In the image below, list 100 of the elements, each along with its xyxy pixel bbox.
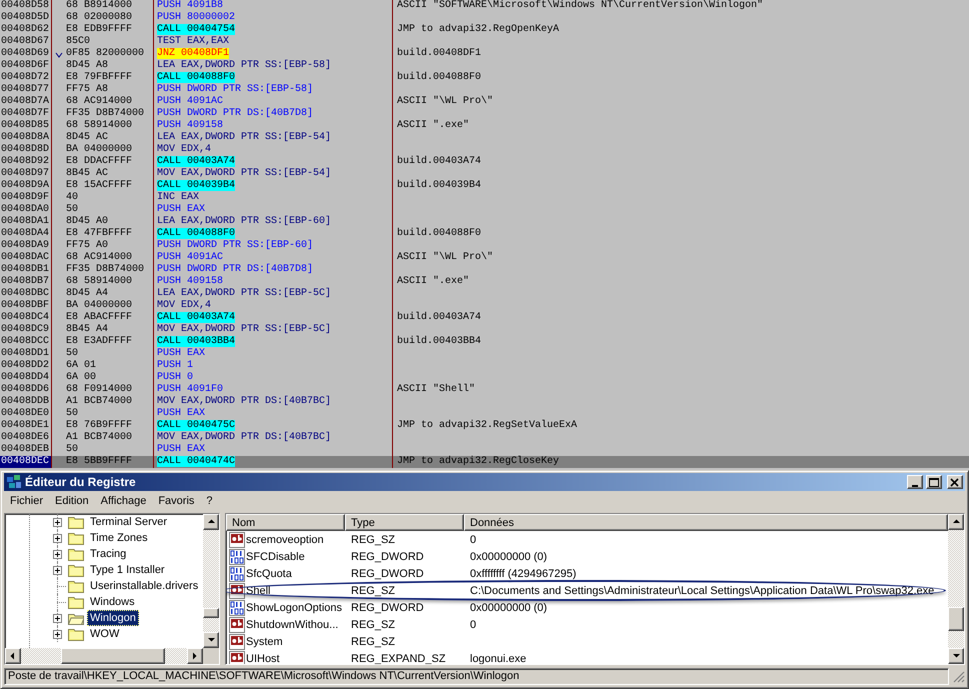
instruction: TEST EAX,EAX (157, 36, 230, 47)
instruction: PUSH 409158 (157, 120, 224, 131)
address-cell[interactable]: 00408DB7 (0, 276, 52, 288)
address-cell[interactable]: 00408D77 (0, 84, 52, 96)
tree-item[interactable]: Tracing (87, 546, 130, 562)
address-cell[interactable]: 00408DB1 (0, 264, 52, 276)
address-cell[interactable]: 00408DA9 (0, 240, 52, 252)
folder-icon (68, 515, 84, 529)
tree-item[interactable]: Userinstallable.drivers (87, 578, 202, 594)
instruction: CALL 00403A74 (157, 156, 236, 167)
address-cell[interactable]: 00408DC4 (0, 312, 52, 324)
value-name[interactable]: ShowLogonOptions (246, 602, 342, 614)
folder-icon (68, 547, 84, 561)
tree-item[interactable]: Windows (87, 594, 138, 610)
value-name[interactable]: UIHost (246, 652, 280, 664)
address-cell[interactable]: 00408DA4 (0, 228, 52, 240)
address-cell[interactable]: 00408D72 (0, 72, 52, 84)
hex-bytes: 50 (66, 444, 78, 456)
menu-item[interactable]: Fichier (4, 495, 50, 507)
hex-bytes: 8D45 A4 (66, 288, 108, 300)
address-cell[interactable]: 00408D7A (0, 96, 52, 108)
column-header[interactable]: Nom (226, 514, 345, 531)
address-cell[interactable]: 00408DA1 (0, 216, 52, 228)
address-cell[interactable]: 00408D9A (0, 180, 52, 192)
value-name[interactable]: Shell (246, 584, 270, 596)
address-cell[interactable]: 00408D69 (0, 48, 52, 60)
scroll-down-button[interactable] (203, 632, 219, 648)
address-cell[interactable]: 00408D7F (0, 108, 52, 120)
minimize-button[interactable] (907, 475, 923, 489)
scroll-up-button[interactable] (948, 514, 964, 530)
address-cell[interactable]: 00408DCC (0, 336, 52, 348)
address-cell[interactable]: 00408D5D (0, 12, 52, 24)
hex-bytes: 50 (66, 408, 78, 420)
scrollbar-thumb[interactable] (61, 648, 165, 664)
address-cell[interactable]: 00408D8A (0, 132, 52, 144)
scrollbar-thumb[interactable] (948, 607, 964, 631)
hex-bytes: 6A 01 (66, 360, 96, 372)
close-icon (950, 478, 960, 486)
tree-item[interactable]: WOW (87, 626, 122, 642)
address-cell[interactable]: 00408DA0 (0, 204, 52, 216)
instruction: PUSH DWORD PTR SS:[EBP-60] (157, 240, 314, 251)
scrollbar-thumb[interactable] (203, 608, 219, 618)
address-cell[interactable]: 00408DC9 (0, 324, 52, 336)
instruction: JNZ 00408DF1 (157, 48, 230, 59)
address-cell[interactable]: 00408D97 (0, 168, 52, 180)
column-header[interactable]: Données (464, 514, 948, 531)
column-header[interactable]: Type (345, 514, 464, 531)
address-cell[interactable]: 00408D62 (0, 24, 52, 36)
value-name[interactable]: SFCDisable (246, 550, 305, 562)
scroll-right-button[interactable] (187, 648, 203, 664)
maximize-button[interactable] (926, 475, 942, 489)
expand-icon[interactable] (53, 630, 62, 638)
address-cell[interactable]: 00408D58 (0, 0, 52, 12)
expand-icon[interactable] (53, 550, 62, 558)
address-cell[interactable]: 00408D8D (0, 144, 52, 156)
scroll-down-button[interactable] (948, 648, 964, 664)
tree-item[interactable]: Type 1 Installer (87, 562, 168, 578)
address-cell[interactable]: 00408DD2 (0, 360, 52, 372)
instruction: CALL 00404754 (157, 24, 236, 35)
value-name[interactable]: System (246, 636, 283, 648)
expand-icon[interactable] (53, 534, 62, 542)
hex-bytes: 0F85 82000000 (66, 48, 144, 60)
tree-item[interactable]: Winlogon (87, 610, 139, 626)
address-cell[interactable]: 00408DE1 (0, 420, 52, 432)
hex-bytes: FF75 A0 (66, 240, 108, 252)
address-cell[interactable]: 00408DBF (0, 300, 52, 312)
hex-bytes: 8D45 A0 (66, 216, 108, 228)
menu-item[interactable]: Edition (49, 495, 95, 507)
comment: build.004088F0 (397, 72, 482, 83)
value-name[interactable]: scremoveoption (246, 534, 324, 546)
address-cell[interactable]: 00408D92 (0, 156, 52, 168)
expand-icon[interactable] (53, 518, 62, 526)
address-cell[interactable]: 00408DDB (0, 396, 52, 408)
close-button[interactable] (947, 475, 963, 489)
resize-grip-icon[interactable] (951, 669, 965, 683)
scroll-left-button[interactable] (5, 648, 21, 664)
address-cell[interactable]: 00408D9F (0, 192, 52, 204)
comment: JMP to advapi32.RegCloseKey (397, 456, 560, 467)
address-cell[interactable]: 00408D6F (0, 60, 52, 72)
address-cell[interactable]: 00408D67 (0, 36, 52, 48)
tree-item[interactable]: Time Zones (87, 530, 151, 546)
menu-item[interactable]: Favoris (152, 495, 200, 507)
address-cell[interactable]: 00408DE0 (0, 408, 52, 420)
scroll-up-button[interactable] (203, 514, 219, 530)
address-cell[interactable]: 00408DBC (0, 288, 52, 300)
address-cell[interactable]: 00408DD1 (0, 348, 52, 360)
address-cell[interactable]: 00408DD6 (0, 384, 52, 396)
expand-icon[interactable] (53, 566, 62, 574)
address-cell[interactable]: 00408DD4 (0, 372, 52, 384)
menu-item[interactable]: ? (200, 495, 219, 507)
address-cell[interactable]: 00408DE6 (0, 432, 52, 444)
address-cell[interactable]: 00408D85 (0, 120, 52, 132)
value-name[interactable]: SfcQuota (246, 568, 292, 580)
address-cell[interactable]: 00408DEC (0, 456, 52, 468)
hex-bytes: 68 AC914000 (66, 96, 132, 108)
tree-item[interactable]: Terminal Server (87, 514, 170, 530)
expand-icon[interactable] (53, 614, 62, 622)
address-cell[interactable]: 00408DAC (0, 252, 52, 264)
value-name[interactable]: ShutdownWithou... (246, 618, 338, 630)
menu-item[interactable]: Affichage (94, 495, 152, 507)
